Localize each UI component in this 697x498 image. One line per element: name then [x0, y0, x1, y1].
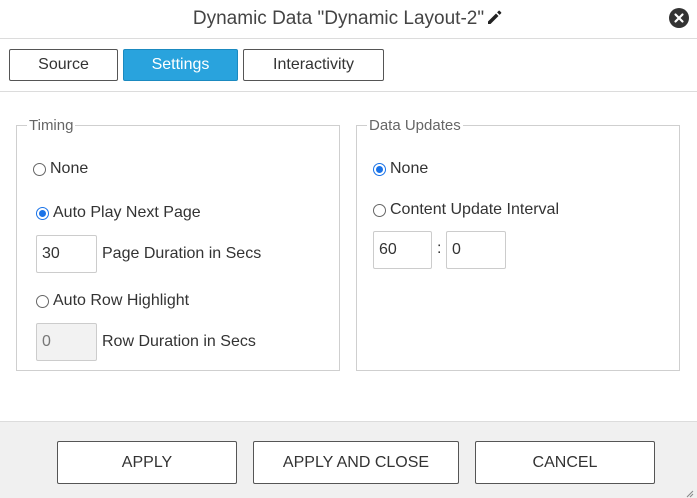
tab-source[interactable]: Source	[9, 49, 118, 81]
pencil-icon[interactable]	[486, 8, 504, 26]
updates-none-label: None	[390, 160, 429, 177]
dialog-title-wrap: Dynamic Data "Dynamic Layout-2"	[0, 8, 697, 30]
row-duration-input	[36, 323, 97, 361]
apply-and-close-button[interactable]: APPLY AND CLOSE	[253, 441, 459, 484]
apply-button[interactable]: APPLY	[57, 441, 237, 484]
dialog-titlebar: Dynamic Data "Dynamic Layout-2"	[0, 0, 697, 39]
auto-row-radio[interactable]	[36, 294, 49, 308]
updates-none-option[interactable]: None	[373, 160, 428, 178]
dialog-title: Dynamic Data "Dynamic Layout-2"	[192, 8, 485, 29]
interval-seconds-input[interactable]	[446, 231, 506, 269]
row-duration-label: Row Duration in Secs	[102, 333, 256, 350]
dialog-footer: APPLY APPLY AND CLOSE CANCEL	[0, 421, 697, 498]
auto-row-label: Auto Row Highlight	[53, 292, 190, 309]
resize-grip-icon[interactable]	[684, 485, 694, 498]
interval-separator: :	[437, 240, 442, 257]
tab-settings[interactable]: Settings	[123, 49, 238, 81]
interval-minutes-input[interactable]	[373, 231, 432, 269]
updates-none-radio[interactable]	[373, 162, 386, 176]
tab-interactivity[interactable]: Interactivity	[243, 49, 384, 81]
auto-play-label: Auto Play Next Page	[53, 204, 201, 221]
timing-none-option[interactable]: None	[33, 160, 88, 178]
page-duration-label: Page Duration in Secs	[102, 245, 262, 262]
close-icon[interactable]	[669, 8, 689, 28]
tabs-divider	[0, 91, 697, 92]
content-update-interval-option[interactable]: Content Update Interval	[373, 201, 559, 219]
timing-none-label: None	[50, 160, 89, 177]
content-update-interval-label: Content Update Interval	[390, 201, 559, 218]
timing-legend: Timing	[29, 117, 74, 134]
page-duration-input[interactable]	[36, 235, 97, 273]
cancel-button[interactable]: CANCEL	[475, 441, 655, 484]
content-update-interval-radio[interactable]	[373, 203, 386, 217]
timing-none-radio[interactable]	[33, 162, 46, 176]
auto-play-option[interactable]: Auto Play Next Page	[36, 204, 201, 222]
data-updates-legend: Data Updates	[369, 117, 461, 134]
auto-row-option[interactable]: Auto Row Highlight	[36, 292, 189, 310]
auto-play-radio[interactable]	[36, 206, 49, 220]
